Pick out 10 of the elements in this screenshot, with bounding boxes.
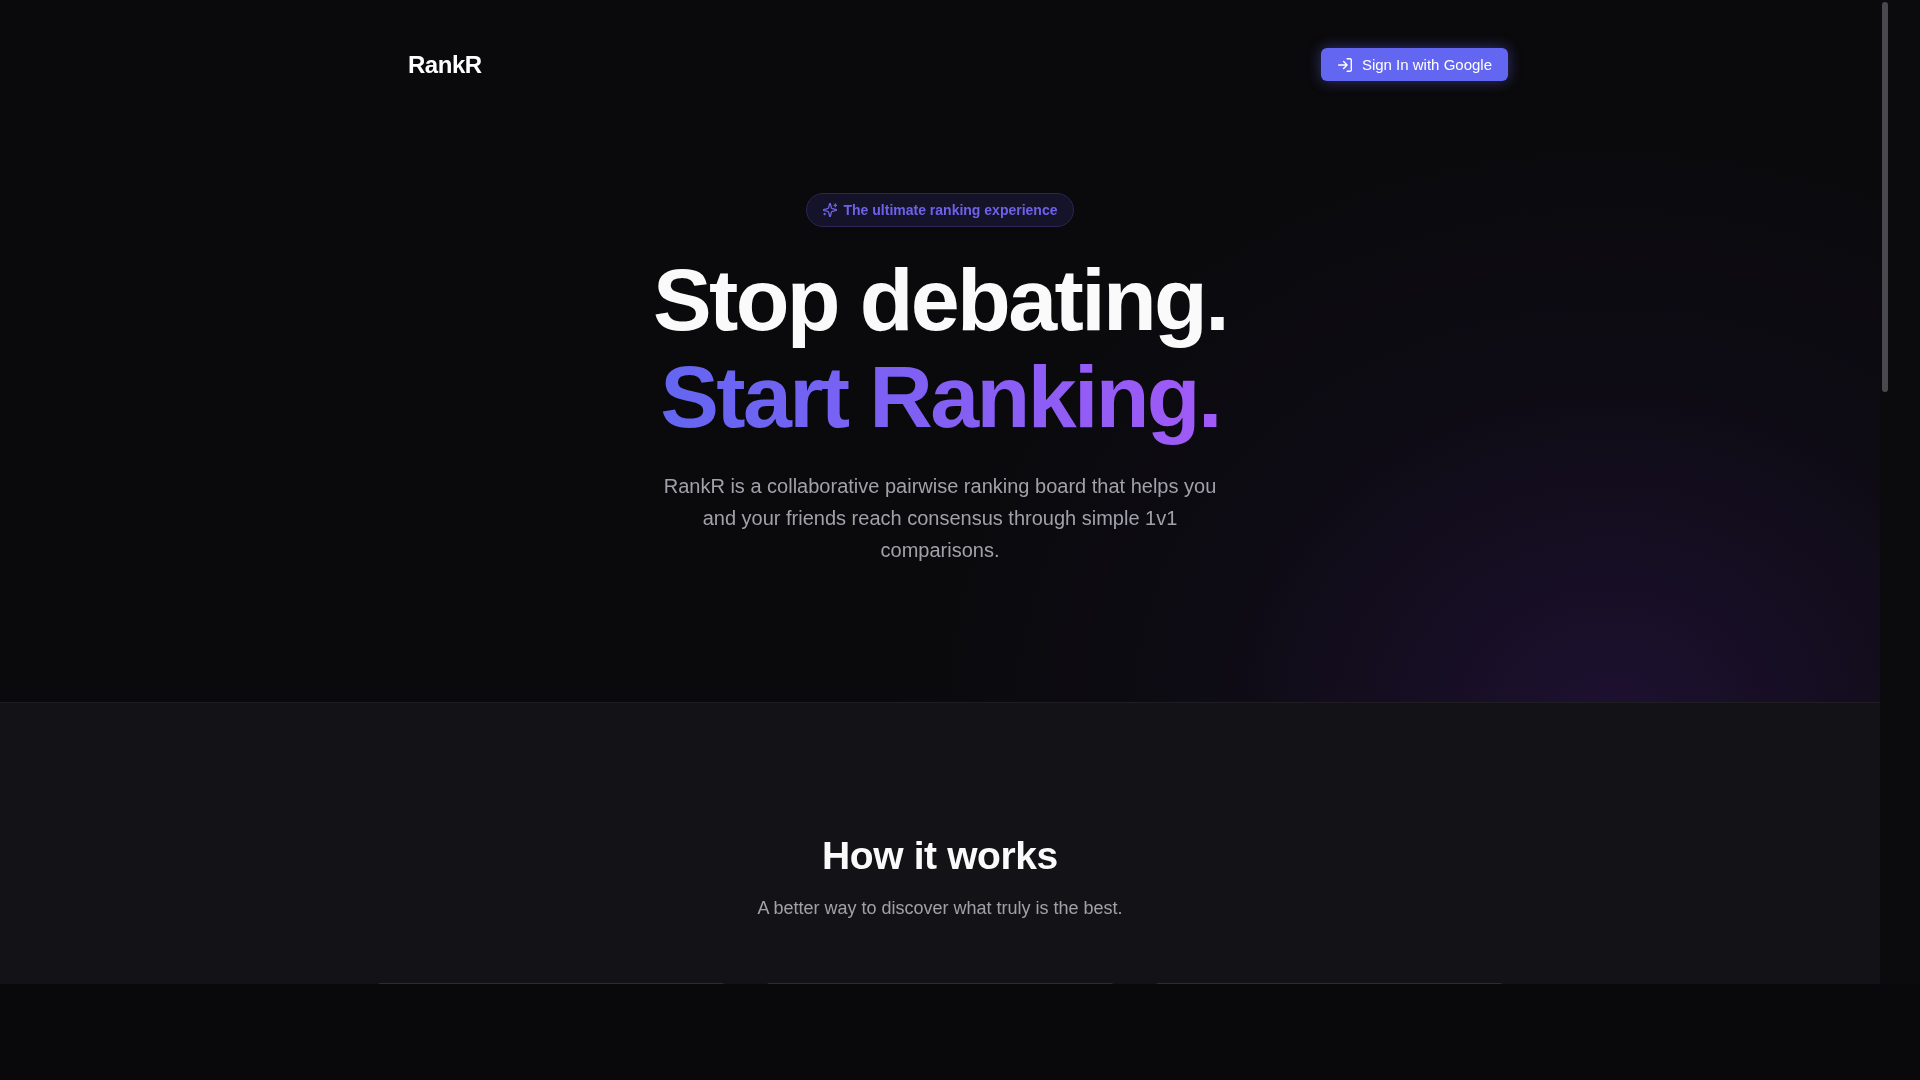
headline: Stop debating.	[652, 252, 1228, 349]
section-title: How it works	[822, 833, 1058, 879]
hero-description: RankR is a collaborative pairwise ranking board that helps you and your friends reach consensus through simple 1v1 comparisons.	[662, 473, 1218, 563]
section-subtitle: A better way to discover what truly is the best.	[757, 897, 1123, 920]
sign-in-icon	[1337, 57, 1352, 72]
sign-in-button[interactable]: Sign In with Google	[1320, 48, 1508, 81]
sparkles-icon	[822, 203, 837, 217]
logo[interactable]: RankR	[408, 50, 482, 79]
tagline-text: The ultimate ranking experience	[843, 202, 1058, 218]
scrollbar-thumb[interactable]	[1882, 2, 1888, 392]
